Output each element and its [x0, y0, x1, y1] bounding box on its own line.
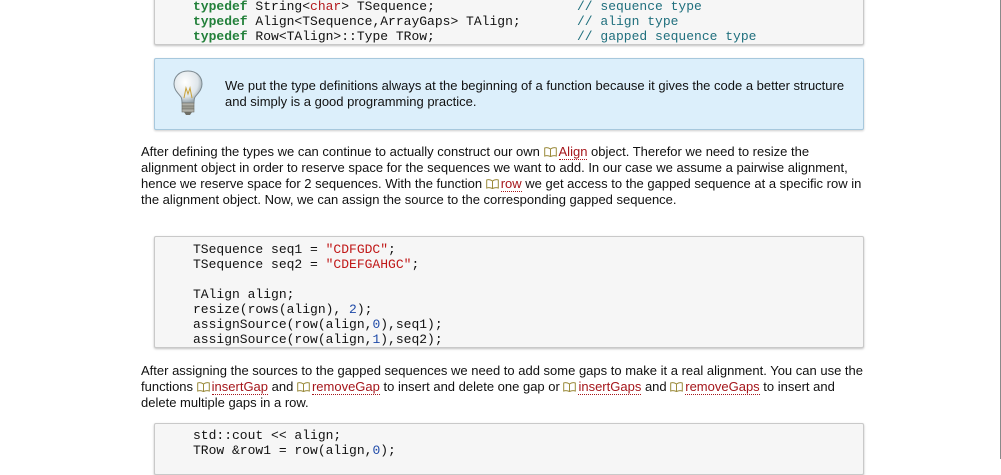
code-comment: // align type — [577, 14, 679, 29]
text: and — [268, 379, 297, 394]
paragraph-construct-align: After defining the types we can continue… — [141, 144, 865, 208]
book-icon — [196, 382, 210, 392]
book-icon — [543, 147, 557, 157]
paragraph-gaps: After assigning the sources to the gappe… — [141, 363, 865, 411]
code-line: TRow &row1 = row(align,0); — [193, 443, 396, 458]
note-text: We put the type definitions always at th… — [225, 78, 845, 109]
code-block-print: std::cout << align; TRow &row1 = row(ali… — [154, 423, 864, 475]
code-line: resize(rows(align), 2); — [193, 302, 373, 317]
link-insert-gaps[interactable]: insertGaps — [578, 379, 642, 395]
code-line: typedef Row<TAlign>::Type TRow; — [193, 29, 435, 44]
code-line: assignSource(row(align,1),seq2); — [193, 332, 443, 347]
text: After defining the types we can continue… — [141, 144, 544, 159]
code-line: typedef String<char> TSequence; — [193, 0, 435, 14]
info-note: We put the type definitions always at th… — [154, 58, 864, 130]
code-line: typedef Align<TSequence,ArrayGaps> TAlig… — [193, 14, 521, 29]
lightbulb-icon — [173, 70, 203, 115]
code-line: TSequence seq1 = "CDFGDC"; — [193, 242, 396, 257]
code-line: std::cout << align; — [193, 428, 342, 443]
link-remove-gaps[interactable]: removeGaps — [685, 379, 760, 395]
text: and — [641, 379, 671, 394]
book-icon — [670, 382, 684, 392]
book-icon — [297, 382, 310, 392]
code-line: TAlign align; — [193, 287, 295, 302]
link-remove-gap[interactable]: removeGap — [311, 379, 380, 395]
code-comment: // sequence type — [577, 0, 702, 14]
book-icon — [563, 382, 577, 392]
code-line: TSequence seq2 = "CDEFGAHGC"; — [193, 257, 420, 272]
link-insert-gap[interactable]: insertGap — [211, 379, 269, 395]
link-align[interactable]: Align — [558, 144, 588, 160]
code-comment: // gapped sequence type — [577, 29, 757, 44]
code-line: assignSource(row(align,0),seq1); — [193, 317, 443, 332]
text: to insert and delete one gap or — [379, 379, 564, 394]
code-block-typedefs: typedef String<char> TSequence; // seque… — [154, 0, 864, 45]
link-row[interactable]: row — [500, 176, 522, 192]
code-block-align-setup: TSequence seq1 = "CDFGDC"; TSequence seq… — [154, 236, 864, 348]
book-icon — [485, 179, 499, 189]
